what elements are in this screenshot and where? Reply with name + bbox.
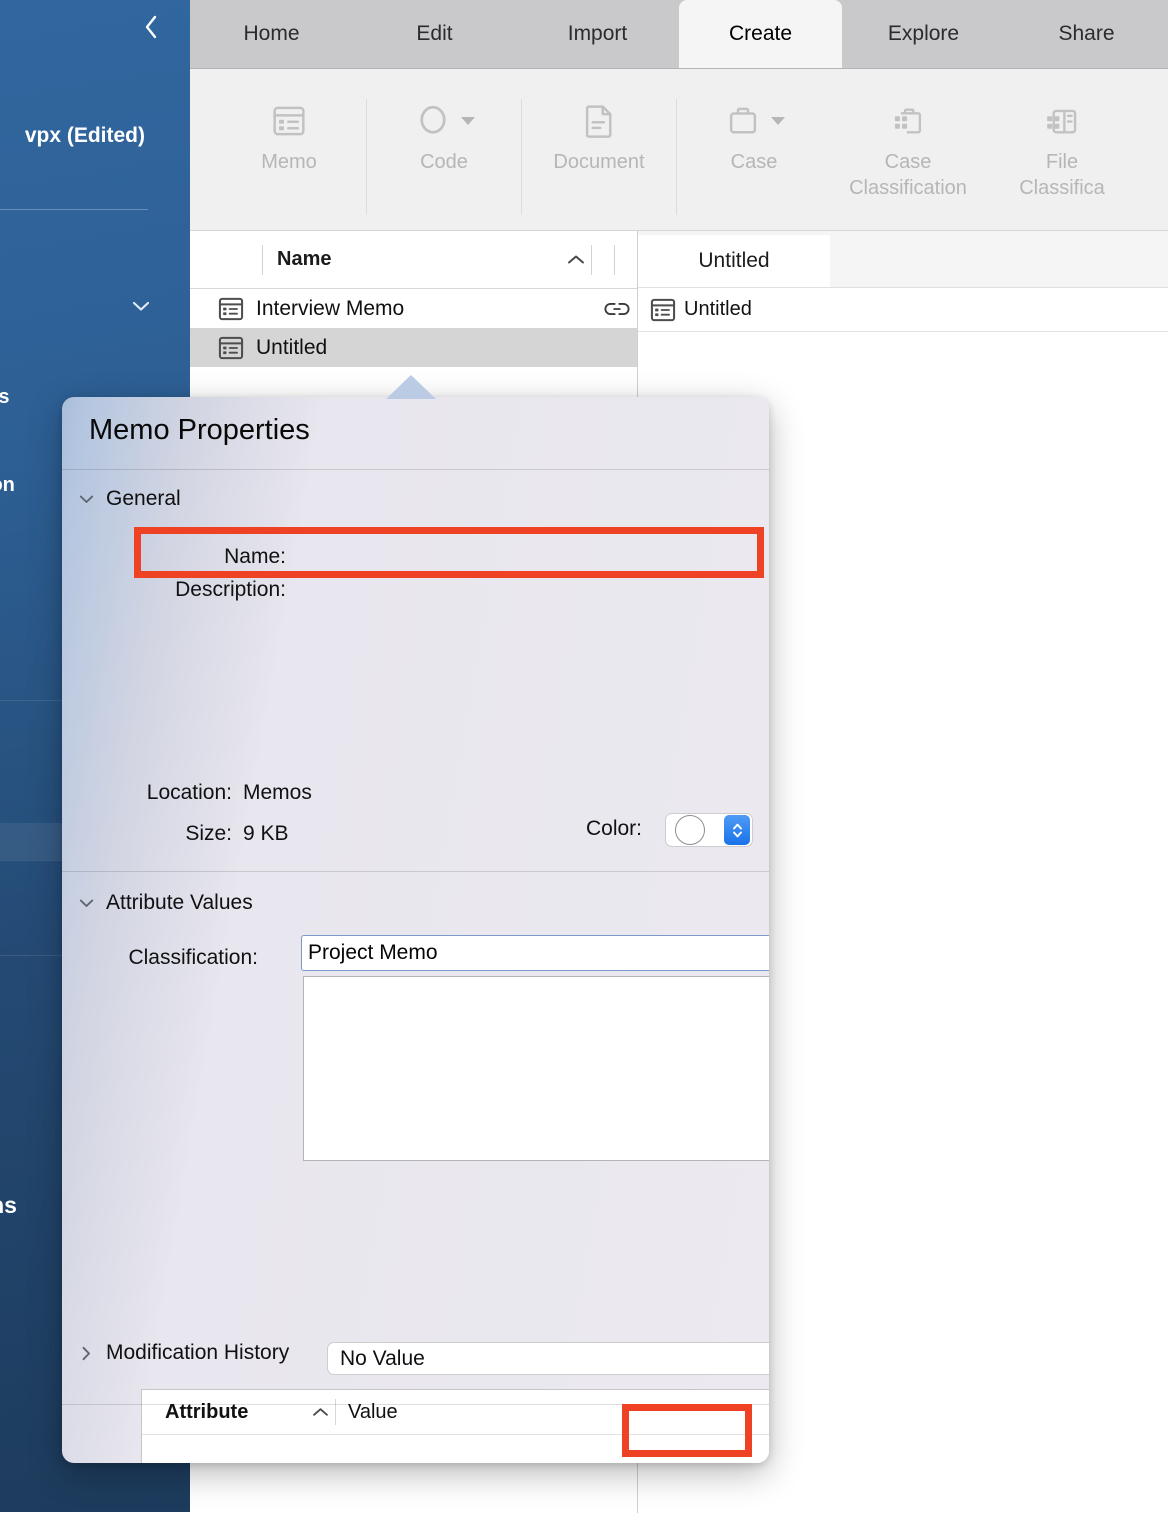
memo-icon: [216, 296, 246, 322]
size-value: 9 KB: [243, 822, 289, 845]
sidebar-item-classification[interactable]: cation: [0, 474, 15, 497]
file-classification-icon: [1043, 99, 1081, 143]
description-label: Description:: [175, 578, 286, 601]
memo-icon: [269, 99, 309, 143]
attribute-values-table[interactable]: Attribute Value: [141, 1389, 769, 1463]
create-memo-button[interactable]: Memo: [212, 81, 366, 211]
detail-header-label: Untitled: [684, 298, 752, 320]
create-case-button[interactable]: Case: [677, 81, 831, 211]
chevron-down-icon: [132, 301, 150, 311]
memo-icon: [216, 335, 246, 361]
ribbon-button-label: File Classifica: [1019, 151, 1105, 199]
sidebar-item-groups[interactable]: ups: [0, 386, 10, 409]
list-item-label: Interview Memo: [256, 296, 405, 320]
tab-edit[interactable]: Edit: [353, 0, 516, 68]
stepper-icon[interactable]: [724, 815, 750, 845]
link-icon[interactable]: [597, 301, 637, 317]
location-value: Memos: [243, 781, 312, 804]
dialog-footer-divider: [62, 1404, 769, 1405]
classification-select[interactable]: No Value: [327, 1342, 769, 1375]
section-modification-history-label: Modification History: [106, 1341, 290, 1364]
location-label: Location:: [146, 781, 232, 804]
attribute-table-header: Attribute Value: [142, 1390, 769, 1435]
section-general-toggle[interactable]: General: [78, 487, 181, 511]
dialog-title: Memo Properties: [89, 414, 310, 446]
column-divider: [591, 244, 592, 275]
tab-home[interactable]: Home: [190, 0, 353, 68]
description-input[interactable]: [303, 976, 769, 1161]
section-attribute-values-toggle[interactable]: Attribute Values: [78, 891, 253, 915]
sidebar-item-classifications[interactable]: tions: [0, 1192, 17, 1219]
detail-tabstrip: Untitled: [638, 231, 1168, 288]
chevron-down-icon[interactable]: [771, 117, 785, 125]
tab-share[interactable]: Share: [1005, 0, 1168, 68]
ribbon-button-label: Memo: [261, 151, 317, 173]
create-case-classification-button[interactable]: Case Classification: [831, 81, 985, 211]
popover-pointer: [386, 375, 436, 399]
dialog-divider: [62, 871, 769, 872]
detail-header: Untitled: [638, 288, 1168, 332]
create-code-button[interactable]: Code: [367, 81, 521, 211]
column-divider: [614, 244, 615, 275]
dialog-divider: [62, 469, 769, 470]
case-briefcase-icon: [723, 99, 785, 143]
sidebar-divider: [0, 209, 148, 210]
color-picker[interactable]: [665, 813, 753, 847]
section-general-label: General: [106, 487, 181, 510]
sidebar-collapse-button[interactable]: [138, 14, 164, 40]
create-document-button[interactable]: Document: [522, 81, 676, 211]
tab-create[interactable]: Create: [679, 0, 842, 68]
ribbon-button-label: Document: [553, 151, 645, 173]
create-file-classification-button[interactable]: File Classifica: [985, 81, 1139, 211]
list-column-header: Name: [190, 231, 637, 289]
sidebar-group-toggle[interactable]: [131, 296, 151, 316]
chevron-left-icon: [145, 15, 157, 39]
tab-import[interactable]: Import: [516, 0, 679, 68]
ribbon-tabbar: Home Edit Import Create Explore Share: [190, 0, 1168, 69]
code-circle-icon: [413, 99, 475, 143]
color-label: Color:: [585, 817, 642, 840]
classification-label: Classification:: [128, 946, 258, 969]
table-row[interactable]: Untitled: [190, 328, 637, 367]
detail-tab-untitled[interactable]: Untitled: [638, 235, 830, 287]
sort-ascending-icon[interactable]: [561, 253, 591, 266]
section-modification-history-toggle[interactable]: Modification History: [78, 1341, 289, 1365]
chevron-down-icon: [78, 494, 94, 504]
name-label: Name:: [224, 545, 286, 568]
chevron-down-icon: [78, 898, 94, 908]
classification-selected-value: No Value: [340, 1346, 425, 1370]
memo-properties-dialog: Memo Properties General Name: Descriptio…: [62, 397, 769, 1463]
section-attribute-values-label: Attribute Values: [106, 891, 253, 914]
ribbon-button-label: Case: [730, 151, 778, 173]
project-title: vpx (Edited): [24, 124, 145, 147]
case-classification-icon: [889, 99, 927, 143]
table-row[interactable]: Interview Memo: [190, 289, 637, 328]
color-swatch: [675, 815, 705, 845]
ribbon-button-label: Code: [420, 151, 468, 173]
ribbon-toolbar: Memo Code Document Case Case Classificat…: [190, 69, 1168, 231]
sort-ascending-icon[interactable]: [305, 1406, 335, 1418]
size-label: Size:: [185, 822, 232, 845]
tab-explore[interactable]: Explore: [842, 0, 1005, 68]
chevron-right-icon: [78, 1346, 94, 1361]
name-input[interactable]: [301, 935, 769, 971]
chevron-down-icon[interactable]: [461, 117, 475, 125]
column-header-name[interactable]: Name: [263, 248, 561, 271]
memo-icon: [648, 297, 678, 323]
document-icon: [579, 99, 619, 143]
list-item-label: Untitled: [256, 335, 328, 359]
ribbon-button-label: Case Classification: [849, 151, 967, 199]
